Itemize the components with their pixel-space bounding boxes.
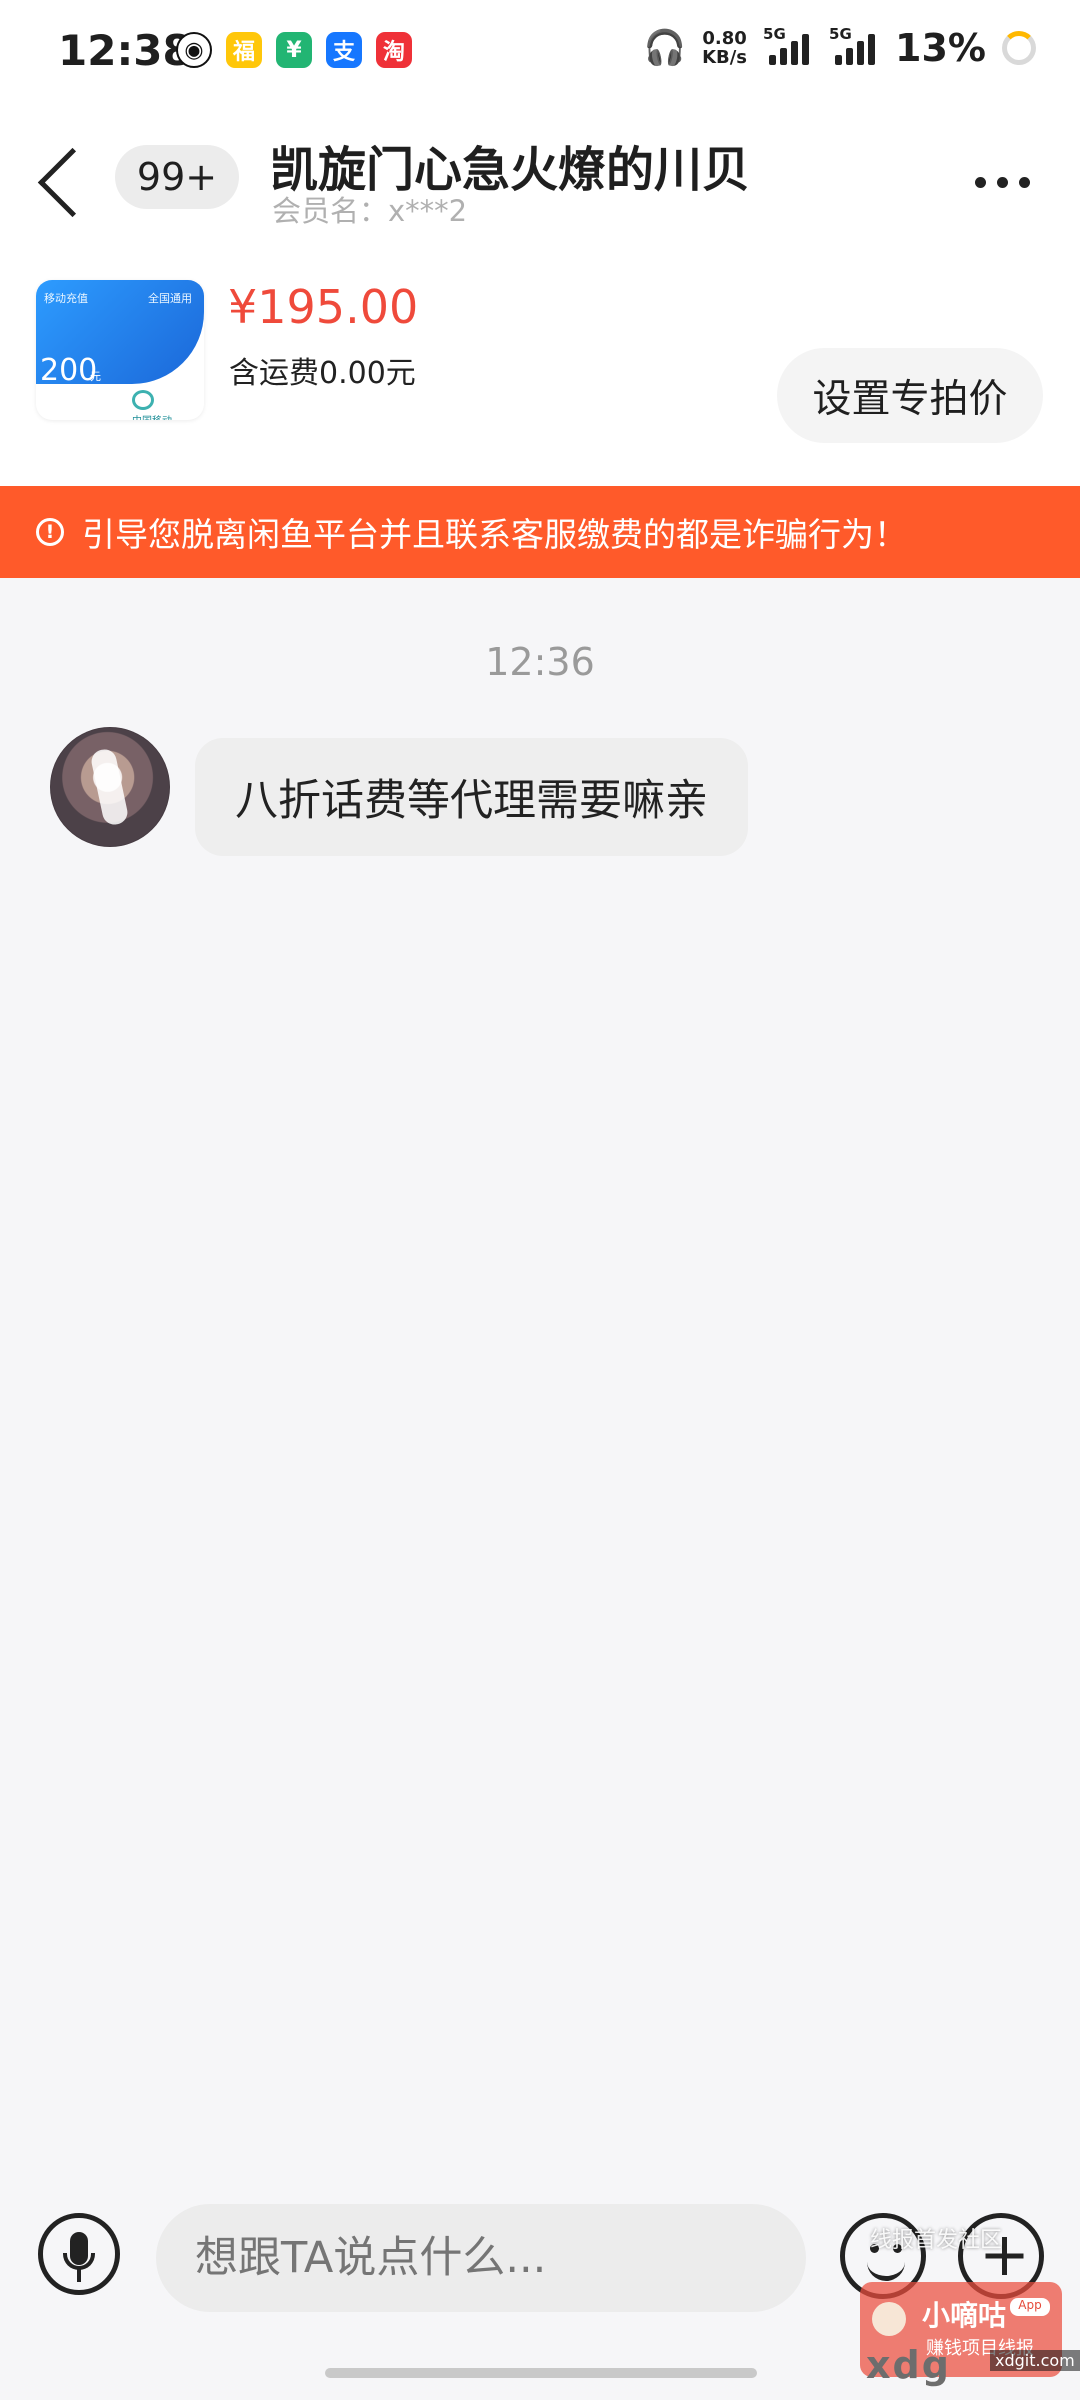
network-speed: 0.80 KB/s (702, 29, 747, 67)
network-label-secondary: 5G (829, 25, 852, 43)
watermark-app-badge: App (1010, 2298, 1050, 2316)
card-left-label: 移动充值 (44, 292, 88, 305)
china-mobile-logo-icon (132, 390, 154, 410)
fraud-warning-text: 引导您脱离闲鱼平台并且联系客服缴费的都是诈骗行为！ (82, 515, 907, 554)
signal-icon: 5G (763, 25, 813, 65)
alipay-icon: 支 (326, 32, 362, 68)
battery-icon (1002, 31, 1036, 65)
card-unit: 元 (90, 370, 101, 383)
watermark-top-text: 线报首发社区 (870, 2228, 1003, 2253)
shipping-fee: 含运费0.00元 (229, 356, 416, 391)
status-right: 🎧 0.80 KB/s 5G 5G 13% (643, 25, 1036, 70)
chat-header: 99+ 凯旋门心急火燎的川贝 会员名：x***2 (0, 112, 1080, 274)
taobao-icon: 淘 (376, 32, 412, 68)
bank-icon: ¥ (276, 32, 312, 68)
microphone-icon[interactable] (38, 2213, 120, 2295)
message-input[interactable] (156, 2204, 806, 2312)
card-brand: 中国移动 (132, 412, 172, 420)
fraud-warning-banner: ! 引导您脱离闲鱼平台并且联系客服缴费的都是诈骗行为！ (0, 486, 1080, 578)
network-label: 5G (763, 25, 786, 43)
unread-count-badge[interactable]: 99+ (115, 145, 239, 209)
battery-percent: 13% (895, 26, 986, 70)
status-bar: 12:38 ◉ 福 ¥ 支 淘 🎧 0.80 KB/s 5G 5G 13% (0, 0, 1080, 112)
watermark-bottom-text: xdg (866, 2343, 951, 2387)
back-arrow-icon[interactable] (37, 147, 108, 218)
watermark-title: 小嘀咕 (922, 2299, 1007, 2332)
member-name: 会员名：x***2 (272, 194, 468, 228)
status-time: 12:38 (58, 26, 192, 75)
message-time: 12:36 (485, 640, 595, 684)
headphones-icon: 🎧 (643, 28, 687, 68)
card-amount: 200 (40, 353, 98, 388)
set-special-price-button[interactable]: 设置专拍价 (777, 348, 1043, 443)
qq-icon: ◉ (176, 32, 212, 68)
warning-icon: ! (36, 518, 64, 546)
more-options-icon[interactable] (975, 177, 1030, 188)
network-speed-unit: KB/s (702, 47, 748, 68)
status-app-icons: ◉ 福 ¥ 支 淘 (176, 32, 412, 68)
product-summary: 移动充值 全国通用 200 元 中国移动 ¥195.00 含运费0.00元 设置… (0, 274, 1080, 486)
received-message-bubble[interactable]: 八折话费等代理需要嘛亲 (195, 738, 748, 856)
signal-icon-secondary: 5G (829, 25, 879, 65)
card-right-label: 全国通用 (148, 292, 192, 305)
home-indicator[interactable] (325, 2368, 757, 2378)
watermark-domain: xdgit.com (990, 2350, 1080, 2371)
avatar[interactable] (50, 727, 170, 847)
mobile-recharge-card-image[interactable]: 移动充值 全国通用 200 元 中国移动 (36, 280, 204, 420)
watermark-logo-icon (872, 2302, 906, 2336)
product-price: ¥195.00 (228, 280, 419, 334)
lucky-icon: 福 (226, 32, 262, 68)
network-speed-value: 0.80 (702, 28, 747, 49)
